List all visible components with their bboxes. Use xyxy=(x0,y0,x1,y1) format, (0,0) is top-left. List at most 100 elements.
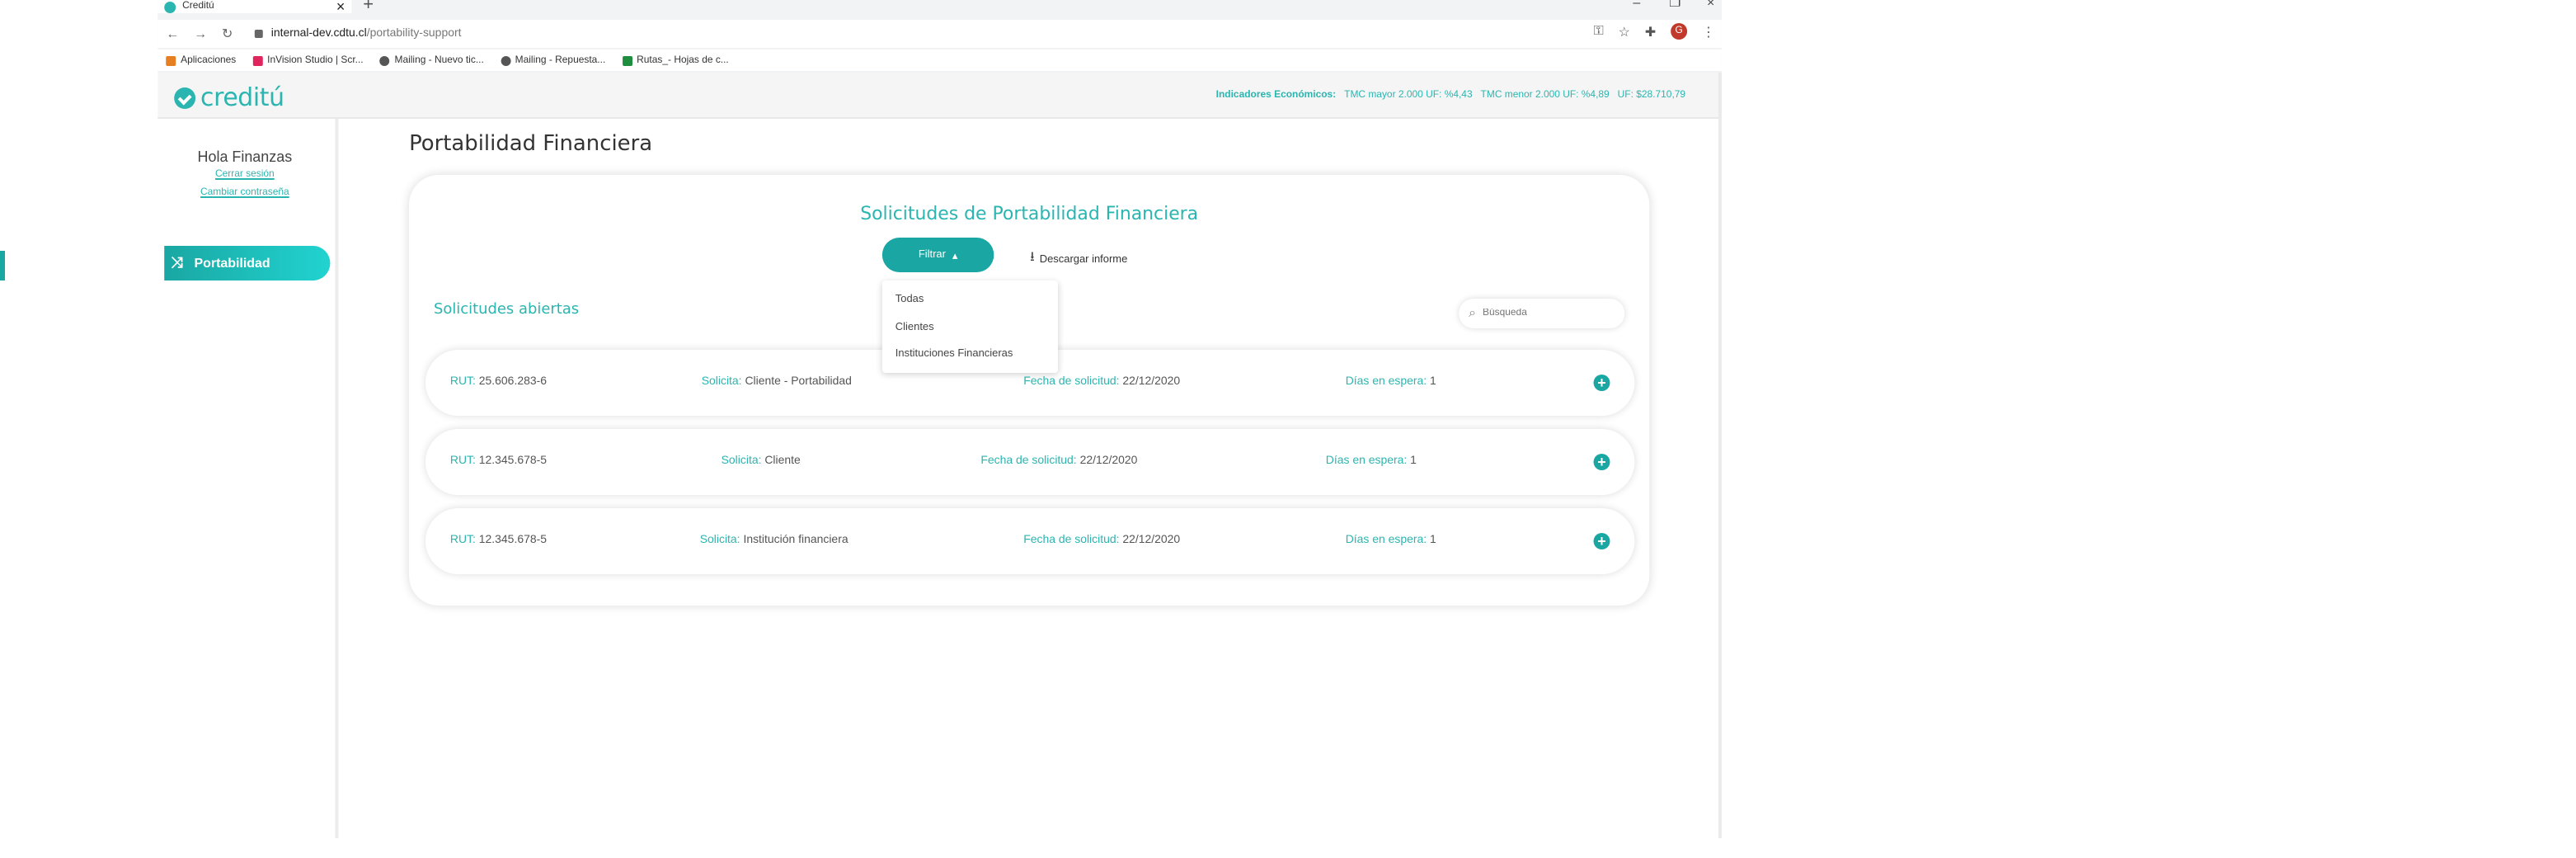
download-report-button[interactable]: ⭳ Descargar informe xyxy=(1030,248,1127,271)
field-value: 1 xyxy=(1410,455,1417,467)
back-icon[interactable]: ← xyxy=(166,26,186,41)
download-label: Descargar informe xyxy=(1039,253,1128,265)
expand-plus-icon[interactable]: + xyxy=(1593,375,1610,391)
bookmark-item[interactable]: Mailing - Repuesta... xyxy=(500,55,605,65)
filter-label: Filtrar xyxy=(918,249,946,261)
field-value: 1 xyxy=(1430,376,1436,388)
field-label: Fecha de solicitud: xyxy=(1023,376,1120,388)
change-password-link[interactable]: Cambiar contraseña xyxy=(157,188,331,198)
bookmark-label: InVision Studio | Scr... xyxy=(267,55,364,65)
field-value: Cliente xyxy=(764,455,801,467)
search-box[interactable]: ⌕ xyxy=(1459,299,1625,328)
rut-cell: RUT: 12.345.678-5 xyxy=(450,455,547,467)
logout-link[interactable]: Cerrar sesión xyxy=(157,170,331,180)
dias-cell: Días en espera: 1 xyxy=(1346,376,1436,388)
extensions-icon[interactable]: ✚ xyxy=(1645,24,1656,39)
bookmark-label: Aplicaciones xyxy=(181,55,237,65)
brand-logo[interactable]: creditú xyxy=(174,82,284,112)
field-label: Días en espera: xyxy=(1345,376,1427,388)
field-label: Fecha de solicitud: xyxy=(1023,535,1120,546)
field-value: 22/12/2020 xyxy=(1122,535,1181,546)
indicator-uf: UF: $28.710,79 xyxy=(1617,91,1686,101)
expand-plus-icon[interactable]: + xyxy=(1593,454,1610,470)
indicator-tmc-mayor: TMC mayor 2.000 UF: %4,43 xyxy=(1344,91,1473,101)
field-label: Solicita: xyxy=(701,376,742,388)
request-row[interactable]: RUT: 12.345.678-5 Solicita: Cliente Fecha … xyxy=(425,429,1635,495)
field-label: Días en espera: xyxy=(1325,455,1408,467)
invision-icon xyxy=(252,55,263,65)
browser-toolbar: ← → ↻ internal-dev.cdtu.cl/portability-s… xyxy=(157,20,1722,48)
chevron-up-icon: ▴ xyxy=(952,250,958,262)
sidebar-item-label: Portabilidad xyxy=(194,256,270,271)
bookmark-label: Mailing - Nuevo tic... xyxy=(394,55,484,65)
field-value: 1 xyxy=(1430,535,1436,546)
field-label: Días en espera: xyxy=(1345,535,1427,546)
bookmark-item[interactable]: InVision Studio | Scr... xyxy=(252,55,364,65)
field-value: Cliente - Portabilidad xyxy=(745,376,852,388)
field-value: 25.606.283-6 xyxy=(478,376,548,388)
card-title: Solicitudes de Portabilidad Financiera xyxy=(860,203,1199,224)
bookmark-item[interactable]: Mailing - Nuevo tic... xyxy=(379,55,484,65)
field-value: Institución financiera xyxy=(743,535,848,546)
sidebar-item-portabilidad[interactable]: ⤨ Portabilidad xyxy=(164,246,331,280)
solicita-cell: Solicita: Cliente xyxy=(722,455,801,467)
page-right-border xyxy=(1718,73,1722,838)
profile-avatar[interactable]: G xyxy=(1671,23,1688,40)
bookmarks-bar: Aplicaciones InVision Studio | Scr... Mail… xyxy=(157,50,1722,71)
dias-cell: Días en espera: 1 xyxy=(1346,535,1436,546)
bookmark-item[interactable]: Rutas_- Hojas de c... xyxy=(622,55,729,65)
browser-tab[interactable]: Creditú × xyxy=(157,0,352,15)
indicators-label: Indicadores Económicos: xyxy=(1215,91,1337,101)
left-edge-marker xyxy=(0,251,5,280)
field-label: RUT: xyxy=(449,535,476,546)
fecha-cell: Fecha de solicitud: 22/12/2020 xyxy=(1023,535,1180,546)
forward-icon[interactable]: → xyxy=(194,26,214,41)
fecha-cell: Fecha de solicitud: 22/12/2020 xyxy=(980,455,1137,467)
field-label: RUT: xyxy=(449,376,476,388)
apps-grid-icon xyxy=(166,55,176,65)
greeting: Hola Finanzas xyxy=(197,148,293,165)
solicita-cell: Solicita: Institución financiera xyxy=(700,535,848,546)
search-input[interactable] xyxy=(1483,309,1615,318)
globe-icon xyxy=(379,55,390,65)
request-row[interactable]: RUT: 12.345.678-5 Solicita: Institución f… xyxy=(425,508,1635,574)
logo-mark-icon xyxy=(174,87,196,108)
expand-plus-icon[interactable]: + xyxy=(1593,533,1610,549)
field-value: 22/12/2020 xyxy=(1122,376,1181,388)
economic-indicators: Indicadores Económicos: TMC mayor 2.000 … xyxy=(1216,91,1685,101)
page-title: Portabilidad Financiera xyxy=(409,132,653,157)
download-icon: ⭳ xyxy=(1030,249,1035,264)
filter-option-instituciones[interactable]: Instituciones Financieras xyxy=(895,348,1013,360)
address-bar[interactable]: internal-dev.cdtu.cl/portability-support xyxy=(271,28,462,40)
indicator-tmc-menor: TMC menor 2.000 UF: %4,89 xyxy=(1480,91,1610,101)
star-icon[interactable]: ☆ xyxy=(1619,24,1630,39)
sheets-icon xyxy=(622,55,632,65)
tab-title: Creditú xyxy=(182,2,214,12)
sidebar: Hola Finanzas Cerrar sesión Cambiar cont… xyxy=(157,119,339,838)
window-close-icon[interactable]: × xyxy=(1707,0,1714,10)
shuffle-icon: ⤨ xyxy=(171,254,183,271)
filter-button[interactable]: Filtrar ▴ xyxy=(881,238,994,272)
tab-close-icon[interactable]: × xyxy=(336,0,345,15)
bookmark-item[interactable]: Aplicaciones xyxy=(166,55,236,65)
minimize-icon[interactable]: – xyxy=(1633,0,1640,10)
requests-card: Solicitudes de Portabilidad Financiera F… xyxy=(409,175,1650,606)
new-tab-icon[interactable]: + xyxy=(363,0,374,15)
url-host: internal-dev.cdtu.cl xyxy=(270,28,367,40)
rut-cell: RUT: 25.606.283-6 xyxy=(450,376,547,388)
filter-option-clientes[interactable]: Clientes xyxy=(895,322,934,333)
bookmark-label: Rutas_- Hojas de c... xyxy=(637,55,729,65)
filter-option-todas[interactable]: Todas xyxy=(895,294,924,305)
field-value: 22/12/2020 xyxy=(1079,455,1138,467)
field-label: RUT: xyxy=(449,455,476,467)
dias-cell: Días en espera: 1 xyxy=(1326,455,1417,467)
brand-name: creditú xyxy=(200,82,284,112)
favicon-icon xyxy=(164,1,176,12)
app-header: creditú Indicadores Económicos: TMC mayo… xyxy=(157,73,1722,119)
fecha-cell: Fecha de solicitud: 22/12/2020 xyxy=(1023,376,1180,388)
globe-icon xyxy=(500,55,510,65)
menu-icon[interactable]: ⋮ xyxy=(1702,24,1715,39)
reload-icon[interactable]: ↻ xyxy=(222,26,242,41)
maximize-icon[interactable]: ❐ xyxy=(1669,0,1681,10)
key-icon[interactable]: ⚿ xyxy=(1594,23,1604,40)
